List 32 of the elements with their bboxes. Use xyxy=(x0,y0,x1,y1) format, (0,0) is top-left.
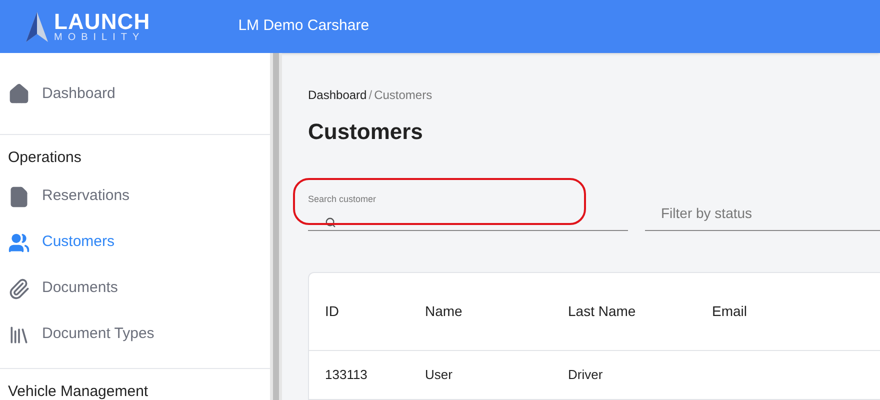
search-icon xyxy=(325,216,336,228)
logo-title: LAUNCH xyxy=(54,10,150,32)
breadcrumb-current: Customers xyxy=(374,87,432,104)
table-row[interactable]: 133113 User Driver xyxy=(309,351,880,399)
column-header: Last Name xyxy=(568,302,637,321)
scrollbar-thumb[interactable] xyxy=(273,53,279,400)
sidebar-item[interactable]: Documents xyxy=(0,266,270,312)
table-cell-text: 133113 xyxy=(325,366,368,384)
sidebar-item[interactable]: Document Types xyxy=(0,312,270,358)
house-icon xyxy=(8,83,30,105)
sidebar-item[interactable]: Dashboard xyxy=(0,71,270,117)
section-heading: Vehicle Management xyxy=(7,382,150,400)
paperclip-icon xyxy=(8,278,30,300)
table-cell-text: User xyxy=(425,366,454,384)
page-title: Customers xyxy=(308,118,424,146)
table-cell-text: Driver xyxy=(568,366,604,384)
rocket-icon xyxy=(24,12,50,42)
sidebar-item[interactable]: Customers xyxy=(0,220,270,266)
logo-subtitle: MOBILITY xyxy=(54,32,146,42)
people-icon xyxy=(8,232,30,254)
status-filter[interactable]: Filter by status xyxy=(645,185,880,231)
breadcrumb-link[interactable]: Dashboard xyxy=(308,86,367,104)
breadcrumb-separator: / xyxy=(368,87,372,104)
document-icon xyxy=(8,186,30,208)
column-header: Email xyxy=(712,302,748,321)
field-label: Search customer xyxy=(308,193,378,206)
section-heading: Operations xyxy=(7,148,82,168)
sidebar-item[interactable]: Reservations xyxy=(0,174,270,220)
column-header: Name xyxy=(425,302,464,321)
column-header: ID xyxy=(325,302,340,321)
organization-name: LM Demo Carshare xyxy=(238,16,370,36)
search-field[interactable]: Search customer xyxy=(308,185,628,231)
